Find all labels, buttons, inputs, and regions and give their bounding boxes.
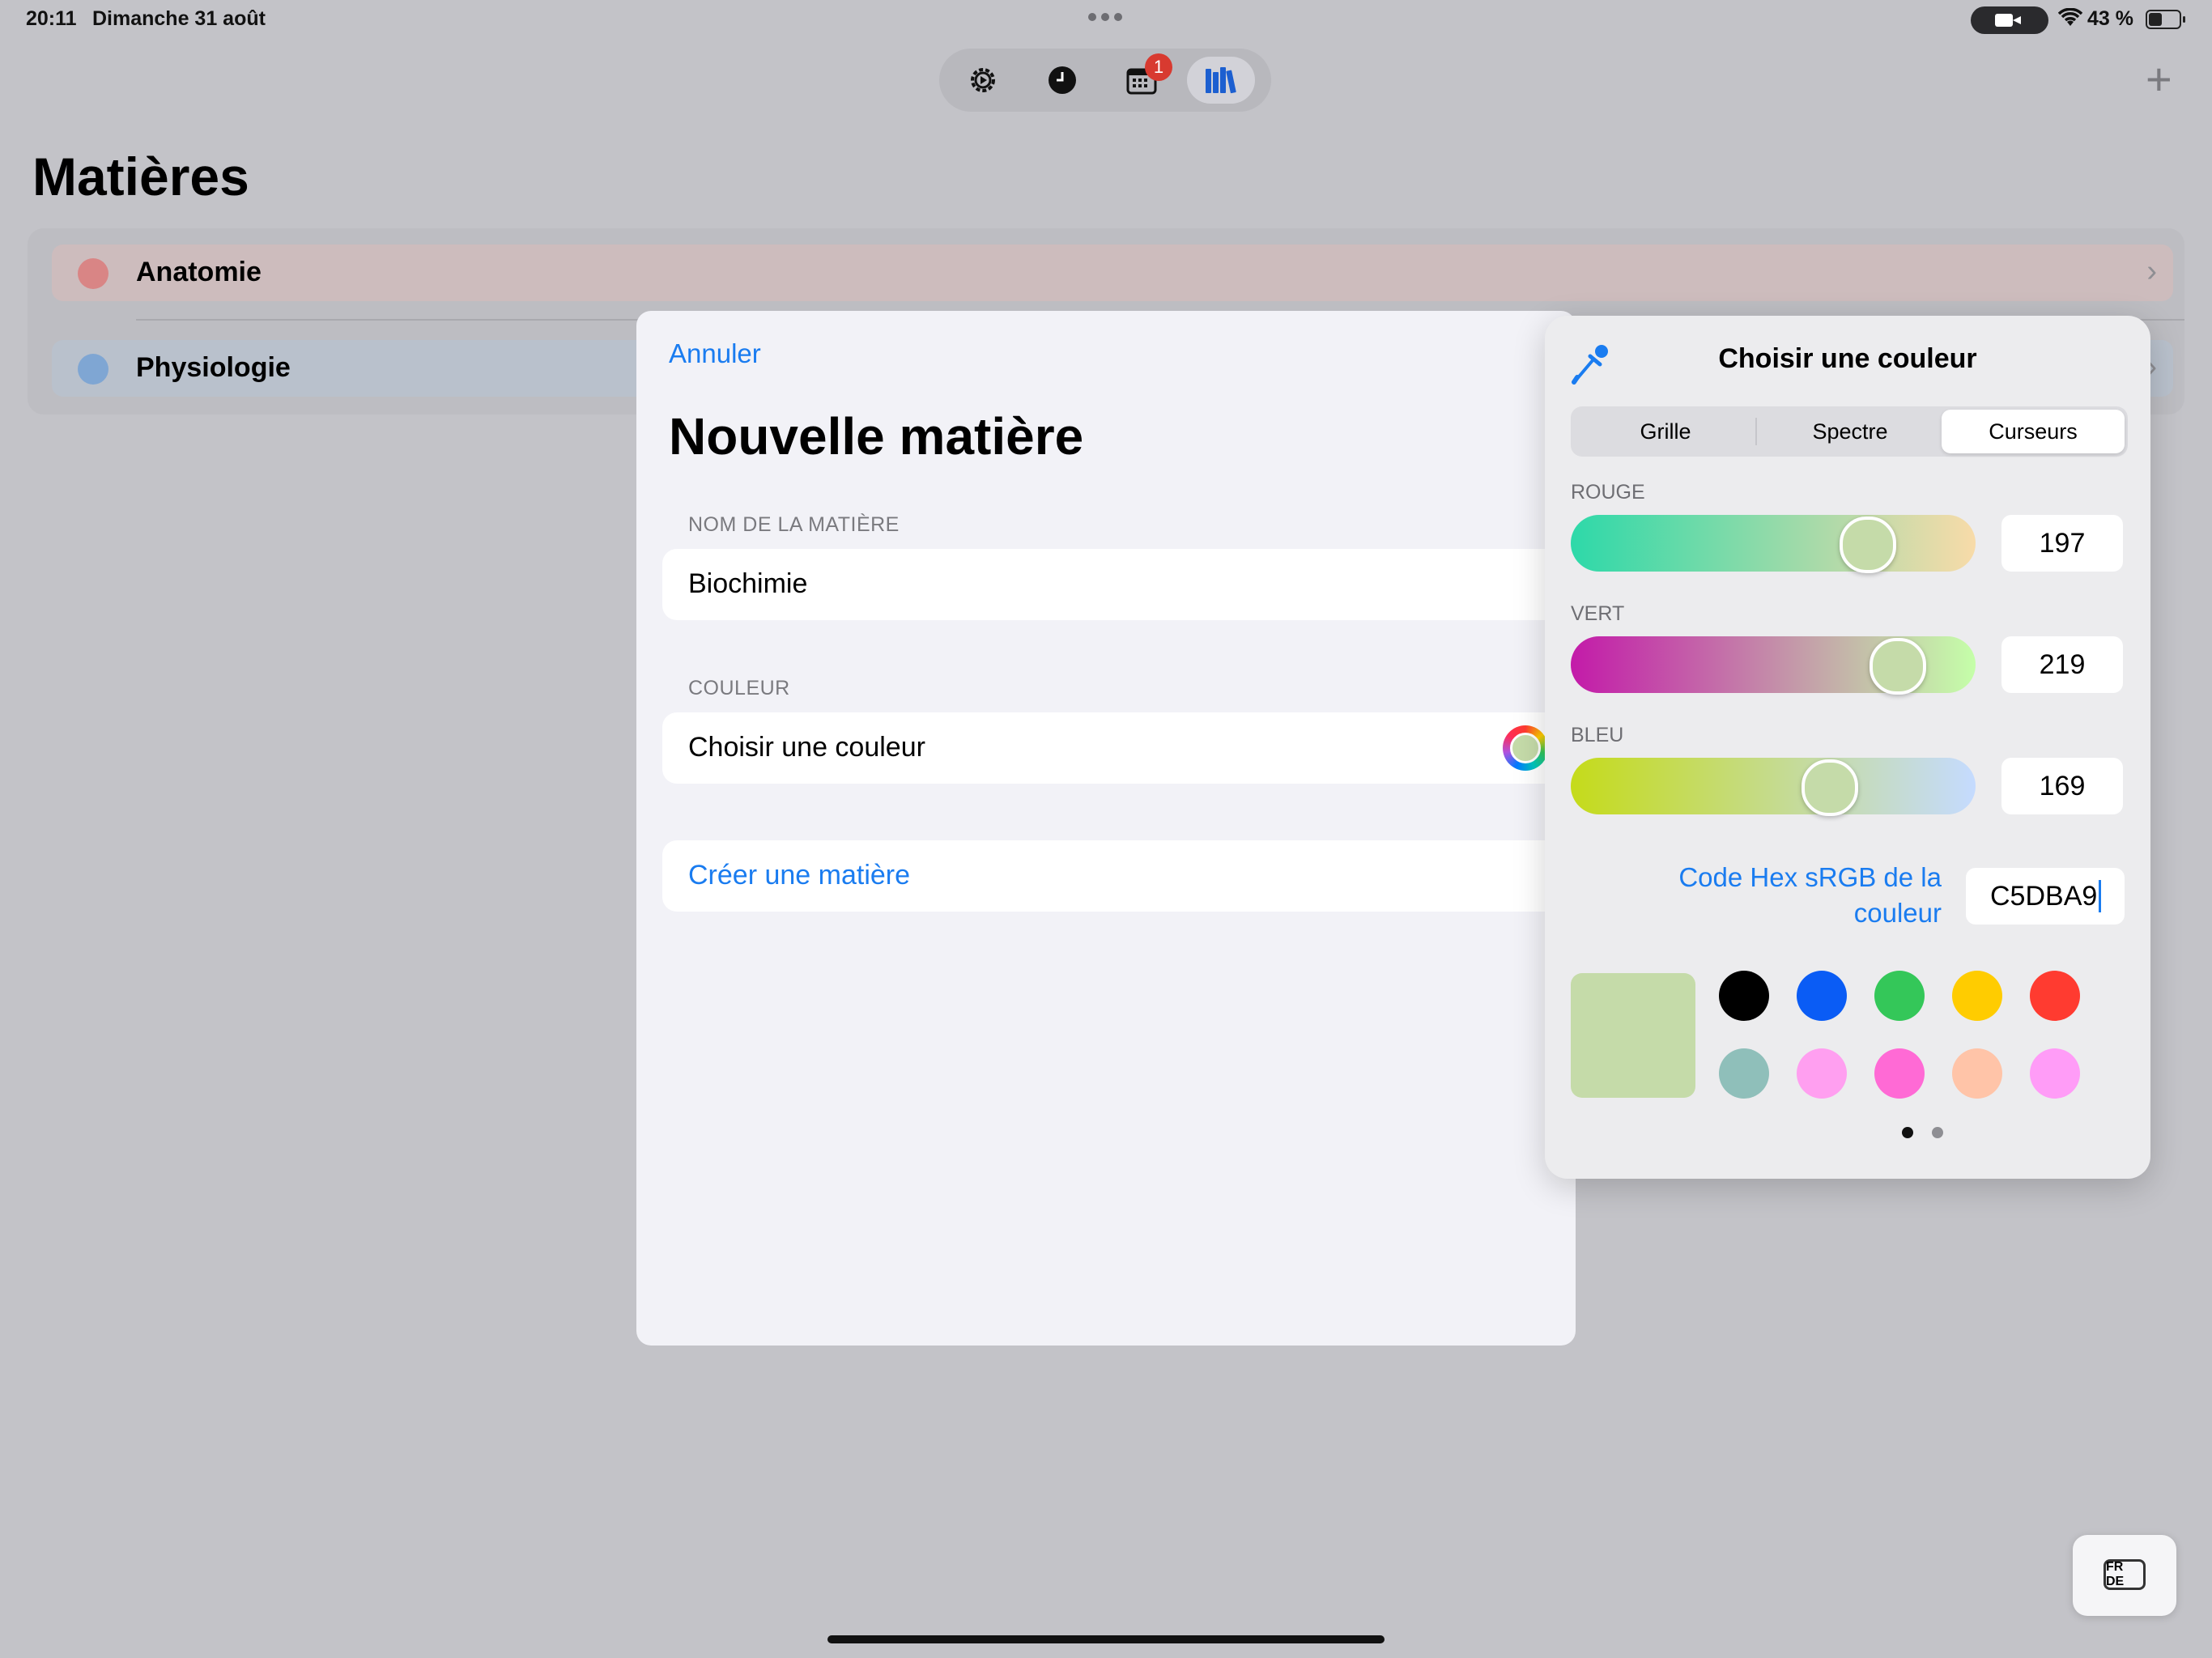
- blue-slider[interactable]: [1571, 758, 1976, 816]
- language-label: FR DE: [2104, 1559, 2146, 1590]
- subject-name-field[interactable]: Biochimie: [662, 549, 1576, 620]
- tab-library[interactable]: [1187, 57, 1255, 104]
- create-subject-label: Créer une matière: [688, 860, 911, 891]
- segment-grid[interactable]: Grille: [1574, 410, 1757, 453]
- color-well[interactable]: [1503, 725, 1548, 771]
- keyboard-language-button[interactable]: FR DE: [2073, 1535, 2176, 1616]
- name-section-label: NOM DE LA MATIÈRE: [688, 513, 900, 536]
- status-time: 20:11: [26, 7, 77, 30]
- tab-calendar[interactable]: 1: [1108, 53, 1176, 104]
- green-slider-thumb[interactable]: [1870, 638, 1927, 695]
- list-item[interactable]: Anatomie ›: [52, 244, 2173, 301]
- page-indicator-dot[interactable]: [1932, 1127, 1943, 1138]
- green-slider-label: VERT: [1571, 602, 1625, 625]
- color-section-label: COULEUR: [688, 677, 790, 699]
- red-value-field[interactable]: 197: [2001, 515, 2123, 572]
- tab-settings[interactable]: [949, 57, 1017, 104]
- hex-code-value: C5DBA9: [1990, 880, 2098, 912]
- add-icon[interactable]: +: [2146, 57, 2172, 102]
- tab-bar: 1: [939, 49, 1271, 112]
- choose-color-row[interactable]: Choisir une couleur: [662, 712, 1576, 784]
- green-slider[interactable]: [1571, 636, 1976, 695]
- color-picker-popover: Choisir une couleur Grille Spectre Curse…: [1545, 316, 2150, 1179]
- color-swatch[interactable]: [1952, 971, 2002, 1021]
- status-date: Dimanche 31 août: [92, 7, 266, 30]
- subject-label: Physiologie: [136, 352, 291, 383]
- text-cursor: [2099, 880, 2102, 912]
- red-slider-label: ROUGE: [1571, 481, 1645, 504]
- hex-code-label: Code Hex sRGB de la couleur: [1678, 862, 1942, 928]
- notification-badge: 1: [1145, 53, 1172, 81]
- red-slider[interactable]: [1571, 515, 1976, 573]
- blue-slider-label: BLEU: [1571, 724, 1624, 746]
- cancel-button[interactable]: Annuler: [669, 338, 761, 369]
- color-swatch[interactable]: [1797, 1048, 1847, 1099]
- wifi-icon: [2057, 7, 2083, 33]
- subject-color-dot: [78, 258, 108, 289]
- current-color-preview: [1571, 973, 1695, 1098]
- page-indicator-dot-active[interactable]: [1902, 1127, 1913, 1138]
- color-swatch[interactable]: [1874, 971, 1925, 1021]
- picker-title: Choisir une couleur: [1718, 343, 1977, 374]
- camera-in-use-icon: [1971, 6, 2048, 34]
- battery-icon: [2146, 10, 2185, 29]
- color-swatch[interactable]: [1952, 1048, 2002, 1099]
- picker-mode-segmented-control: Grille Spectre Curseurs: [1571, 406, 2128, 457]
- segment-spectrum[interactable]: Spectre: [1759, 410, 1942, 453]
- color-swatch[interactable]: [1797, 971, 1847, 1021]
- multitasking-dots[interactable]: [1088, 13, 1124, 21]
- status-bar: 20:11 Dimanche 31 août 43 %: [0, 0, 2212, 39]
- subject-color-dot: [78, 354, 108, 385]
- choose-color-label: Choisir une couleur: [688, 732, 925, 763]
- subject-name-value: Biochimie: [688, 568, 808, 599]
- gear-icon: [971, 68, 995, 92]
- color-swatch[interactable]: [1719, 1048, 1769, 1099]
- clock-icon: [1049, 66, 1076, 94]
- segment-sliders[interactable]: Curseurs: [1942, 410, 2125, 453]
- battery-percentage: 43 %: [2087, 7, 2133, 30]
- sheet-title: Nouvelle matière: [669, 407, 1084, 466]
- page-title: Matières: [32, 147, 249, 206]
- tab-clock[interactable]: [1028, 57, 1096, 104]
- red-slider-thumb[interactable]: [1840, 517, 1897, 573]
- home-indicator[interactable]: [827, 1635, 1385, 1643]
- hex-code-field[interactable]: C5DBA9: [1966, 868, 2125, 925]
- color-swatch[interactable]: [1874, 1048, 1925, 1099]
- new-subject-sheet: Annuler Nouvelle matière NOM DE LA MATIÈ…: [636, 311, 1576, 1346]
- create-subject-button[interactable]: Créer une matière: [662, 840, 1576, 912]
- subject-label: Anatomie: [136, 257, 262, 287]
- color-swatch[interactable]: [2030, 971, 2080, 1021]
- segment-divider: [1755, 418, 1757, 445]
- blue-slider-thumb[interactable]: [1802, 759, 1859, 816]
- chevron-right-icon: ›: [2146, 254, 2157, 288]
- blue-value-field[interactable]: 169: [2001, 758, 2123, 814]
- color-swatch[interactable]: [2030, 1048, 2080, 1099]
- green-value-field[interactable]: 219: [2001, 636, 2123, 693]
- color-swatch[interactable]: [1719, 971, 1769, 1021]
- books-icon: [1206, 67, 1236, 94]
